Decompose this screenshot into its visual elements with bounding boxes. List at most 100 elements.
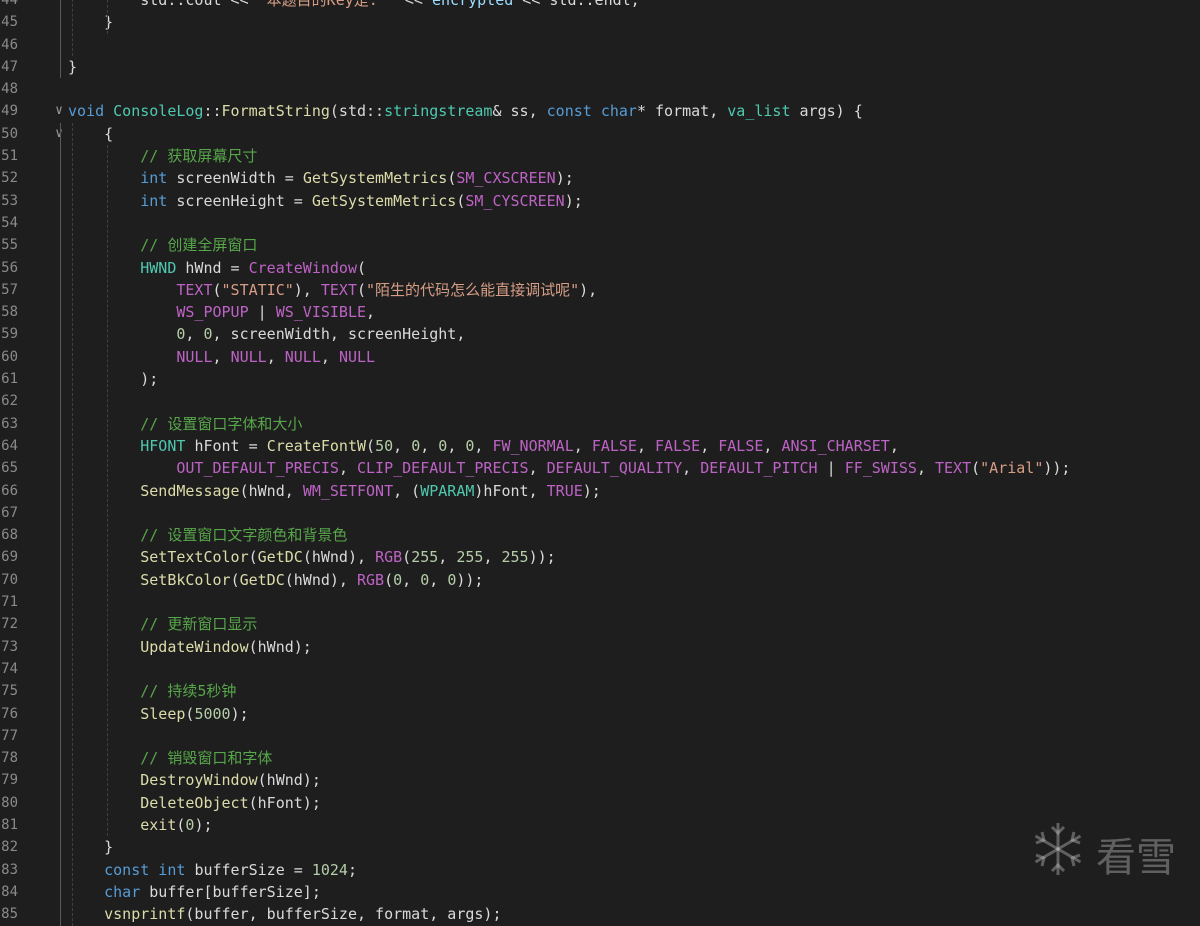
code-token: (hFont); — [248, 793, 321, 812]
fold-chevron-icon[interactable]: ∨ — [52, 123, 66, 145]
code-line[interactable]: 68 // 设置窗口文字颜色和背景色 — [0, 524, 1200, 546]
line-number: 81 — [1, 816, 18, 833]
code-line[interactable]: 46 — [0, 34, 1200, 56]
code-token: 255 — [456, 548, 484, 567]
code-line[interactable]: 72 // 更新窗口显示 — [0, 613, 1200, 635]
code-token: | — [248, 303, 276, 322]
code-token: 0 — [203, 325, 213, 344]
code-token: ( — [402, 548, 412, 567]
code-token: ); — [555, 169, 574, 188]
code-line[interactable]: 73 UpdateWindow(hWnd); — [0, 636, 1200, 658]
code-token: 50 — [375, 436, 394, 455]
code-line[interactable]: 79 DestroyWindow(hWnd); — [0, 769, 1200, 791]
code-token: 0 — [420, 570, 430, 589]
code-token: const int — [68, 860, 195, 879]
line-number: 49 — [1, 103, 18, 120]
code-line[interactable]: 78 // 销毁窗口和字体 — [0, 747, 1200, 769]
code-text: Sleep(5000); — [68, 703, 248, 725]
code-text: // 持续5秒钟 — [68, 680, 236, 702]
code-line[interactable]: 75 // 持续5秒钟 — [0, 680, 1200, 702]
line-number: 85 — [1, 906, 18, 923]
code-line[interactable]: 67 — [0, 502, 1200, 524]
code-line[interactable]: 61 ); — [0, 368, 1200, 390]
code-line[interactable]: 53 int screenHeight = GetSystemMetrics(S… — [0, 190, 1200, 212]
code-token: const char — [546, 102, 637, 121]
code-line[interactable]: 77 — [0, 725, 1200, 747]
code-text: } — [68, 836, 113, 858]
code-line[interactable]: 57 TEXT("STATIC"), TEXT("陌生的代码怎么能直接调试呢")… — [0, 279, 1200, 301]
code-token: GetSystemMetrics — [302, 169, 448, 188]
code-token: CreateWindow — [248, 258, 357, 277]
indent-guide — [72, 0, 73, 56]
code-token: ); — [194, 815, 213, 834]
code-token: // 更新窗口显示 — [68, 615, 258, 634]
line-number: 77 — [1, 727, 18, 744]
code-token: GetDC — [257, 548, 303, 567]
code-text: TEXT("STATIC"), TEXT("陌生的代码怎么能直接调试呢"), — [68, 279, 597, 301]
code-line[interactable]: 76 Sleep(5000); — [0, 703, 1200, 725]
code-line[interactable]: 45 } — [0, 11, 1200, 33]
code-text: // 获取屏幕尺寸 — [68, 145, 257, 167]
code-line[interactable]: 47} — [0, 56, 1200, 78]
code-line[interactable]: 71 — [0, 591, 1200, 613]
code-line[interactable]: 66 SendMessage(hWnd, WM_SETFONT, (WPARAM… — [0, 480, 1200, 502]
code-line[interactable]: 85 vsnprintf(buffer, bufferSize, format,… — [0, 903, 1200, 925]
code-token: ), — [293, 280, 321, 299]
code-token: stringstream — [384, 102, 493, 121]
code-token: DEFAULT_QUALITY — [546, 459, 683, 478]
code-token: ; — [347, 860, 357, 879]
code-token: 255 — [501, 548, 529, 567]
code-line[interactable]: 70 SetBkColor(GetDC(hWnd), RGB(0, 0, 0))… — [0, 569, 1200, 591]
code-line[interactable]: 65 OUT_DEFAULT_PRECIS, CLIP_DEFAULT_PREC… — [0, 457, 1200, 479]
code-line[interactable]: 64 HFONT hFont = CreateFontW(50, 0, 0, 0… — [0, 435, 1200, 457]
code-line[interactable]: 74 — [0, 658, 1200, 680]
code-token: encrypted — [432, 0, 514, 9]
code-editor[interactable]: 44 std::cout << "本题目的Key是: " << encrypte… — [0, 0, 1200, 926]
code-token: } — [68, 838, 114, 857]
code-line[interactable]: 55 // 创建全屏窗口 — [0, 234, 1200, 256]
line-number: 74 — [1, 660, 18, 677]
code-line[interactable]: 48 — [0, 78, 1200, 100]
code-token: ( — [366, 436, 376, 455]
code-line[interactable]: 80 DeleteObject(hFont); — [0, 792, 1200, 814]
code-line[interactable]: 54 — [0, 212, 1200, 234]
code-line[interactable]: 63 // 设置窗口字体和大小 — [0, 413, 1200, 435]
code-line[interactable]: 51 // 获取屏幕尺寸 — [0, 145, 1200, 167]
code-line[interactable]: 81 exit(0); — [0, 814, 1200, 836]
code-line[interactable]: 82 } — [0, 836, 1200, 858]
fold-chevron-icon[interactable]: ∨ — [52, 100, 66, 122]
line-number: 72 — [1, 616, 18, 633]
line-number: 78 — [1, 750, 18, 767]
code-text: { — [68, 123, 113, 145]
code-token: SetBkColor — [68, 570, 231, 589]
code-text: 0, 0, screenWidth, screenHeight, — [68, 323, 465, 345]
code-token: )hFont, — [474, 481, 547, 500]
code-token: // 设置窗口字体和大小 — [68, 414, 303, 433]
code-line[interactable]: 60 NULL, NULL, NULL, NULL — [0, 346, 1200, 368]
code-line[interactable]: 59 0, 0, screenWidth, screenHeight, — [0, 323, 1200, 345]
snowflake-icon — [1028, 819, 1088, 889]
code-token: * format, — [636, 102, 728, 121]
code-token: )); — [1043, 459, 1071, 478]
code-line[interactable]: 49 ∨ void ConsoleLog::FormatString(std::st… — [0, 100, 1200, 122]
code-line[interactable]: 56 HWND hWnd = CreateWindow( — [0, 257, 1200, 279]
code-line[interactable]: 44 std::cout << "本题目的Key是: " << encrypte… — [0, 0, 1200, 11]
line-number: 80 — [1, 794, 18, 811]
code-line[interactable]: 69 SetTextColor(GetDC(hWnd), RGB(255, 25… — [0, 546, 1200, 568]
code-token: << — [395, 0, 432, 9]
code-token: 0 — [68, 325, 186, 344]
code-token: , — [916, 459, 935, 478]
code-line[interactable]: 52 int screenWidth = GetSystemMetrics(SM… — [0, 167, 1200, 189]
line-number: 50 — [1, 125, 18, 142]
code-line[interactable]: 84 char buffer[bufferSize]; — [0, 881, 1200, 903]
code-token: FALSE — [718, 436, 764, 455]
code-line[interactable]: 50 ∨ { — [0, 123, 1200, 145]
code-line[interactable]: 83 const int bufferSize = 1024; — [0, 859, 1200, 881]
code-token: SetTextColor — [68, 548, 249, 567]
code-token: hFont = — [194, 436, 267, 455]
code-token: TEXT — [320, 280, 357, 299]
code-line[interactable]: 58 WS_POPUP | WS_VISIBLE, — [0, 301, 1200, 323]
code-token: va_list — [727, 102, 791, 121]
code-line[interactable]: 62 — [0, 390, 1200, 412]
code-token: TEXT — [68, 280, 213, 299]
